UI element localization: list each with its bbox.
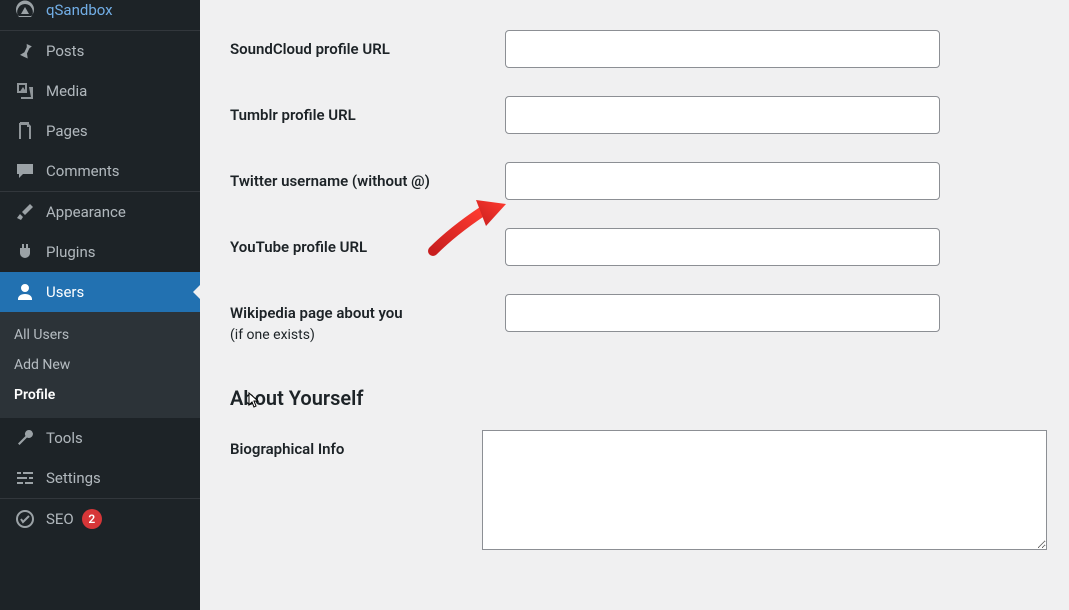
main-content: SoundCloud profile URL Tumblr profile UR…	[200, 0, 1069, 610]
sidebar-item-plugins[interactable]: Plugins	[0, 232, 200, 272]
submenu-all-users[interactable]: All Users	[0, 320, 200, 350]
sidebar-item-label: Users	[46, 283, 84, 301]
sidebar-item-label: Tools	[46, 429, 83, 447]
sidebar-item-settings[interactable]: Settings	[0, 458, 200, 499]
sidebar-item-seo[interactable]: SEO 2	[0, 499, 200, 539]
sliders-icon	[14, 468, 36, 488]
user-icon	[14, 282, 36, 302]
sidebar-item-tools[interactable]: Tools	[0, 418, 200, 458]
sidebar-item-label: Appearance	[46, 203, 126, 221]
media-icon	[14, 81, 36, 101]
label-tumblr: Tumblr profile URL	[230, 96, 505, 126]
input-soundcloud[interactable]	[505, 30, 940, 68]
sidebar-item-label: Posts	[46, 42, 84, 60]
row-bio: Biographical Info	[222, 416, 1047, 568]
input-youtube[interactable]	[505, 228, 940, 266]
label-youtube: YouTube profile URL	[230, 228, 505, 258]
textarea-bio[interactable]	[482, 430, 1047, 550]
brush-icon	[14, 202, 36, 222]
row-wikipedia: Wikipedia page about you (if one exists)	[222, 280, 1047, 358]
pages-icon	[14, 121, 36, 141]
input-twitter[interactable]	[505, 162, 940, 200]
input-tumblr[interactable]	[505, 96, 940, 134]
sidebar-item-label: Comments	[46, 162, 120, 180]
row-tumblr: Tumblr profile URL	[222, 82, 1047, 148]
label-wikipedia: Wikipedia page about you (if one exists)	[230, 294, 505, 344]
sidebar-item-comments[interactable]: Comments	[0, 151, 200, 192]
row-twitter: Twitter username (without @)	[222, 148, 1047, 214]
hint-wikipedia: (if one exists)	[230, 326, 505, 344]
label-soundcloud: SoundCloud profile URL	[230, 30, 505, 60]
plug-icon	[14, 242, 36, 262]
sidebar-item-users[interactable]: Users	[0, 272, 200, 312]
sidebar-item-media[interactable]: Media	[0, 71, 200, 111]
sidebar-item-appearance[interactable]: Appearance	[0, 192, 200, 232]
submenu-add-new[interactable]: Add New	[0, 350, 200, 380]
sidebar-item-pages[interactable]: Pages	[0, 111, 200, 151]
sidebar-item-qsandbox[interactable]: qSandbox	[0, 0, 200, 30]
gauge-icon	[14, 0, 36, 20]
section-about-yourself: About Yourself	[222, 358, 1047, 416]
seo-badge: 2	[82, 509, 102, 529]
pin-icon	[14, 41, 36, 61]
sidebar-item-posts[interactable]: Posts	[0, 30, 200, 71]
sidebar-submenu: All Users Add New Profile	[0, 312, 200, 418]
sidebar-item-label: Pages	[46, 122, 88, 140]
row-youtube: YouTube profile URL	[222, 214, 1047, 280]
sidebar-item-label: SEO	[46, 510, 74, 528]
row-soundcloud: SoundCloud profile URL	[222, 0, 1047, 82]
label-twitter: Twitter username (without @)	[230, 162, 505, 192]
label-bio: Biographical Info	[230, 430, 482, 460]
wrench-icon	[14, 428, 36, 448]
sidebar-item-label: qSandbox	[46, 1, 113, 19]
comment-icon	[14, 161, 36, 181]
sidebar-item-label: Settings	[46, 469, 101, 487]
input-wikipedia[interactable]	[505, 294, 940, 332]
submenu-profile[interactable]: Profile	[0, 380, 200, 410]
sidebar-item-label: Media	[46, 82, 87, 100]
sidebar-item-label: Plugins	[46, 243, 95, 261]
admin-sidebar: qSandbox Posts Media Pages Comments Appe…	[0, 0, 200, 610]
seo-icon	[14, 509, 36, 529]
